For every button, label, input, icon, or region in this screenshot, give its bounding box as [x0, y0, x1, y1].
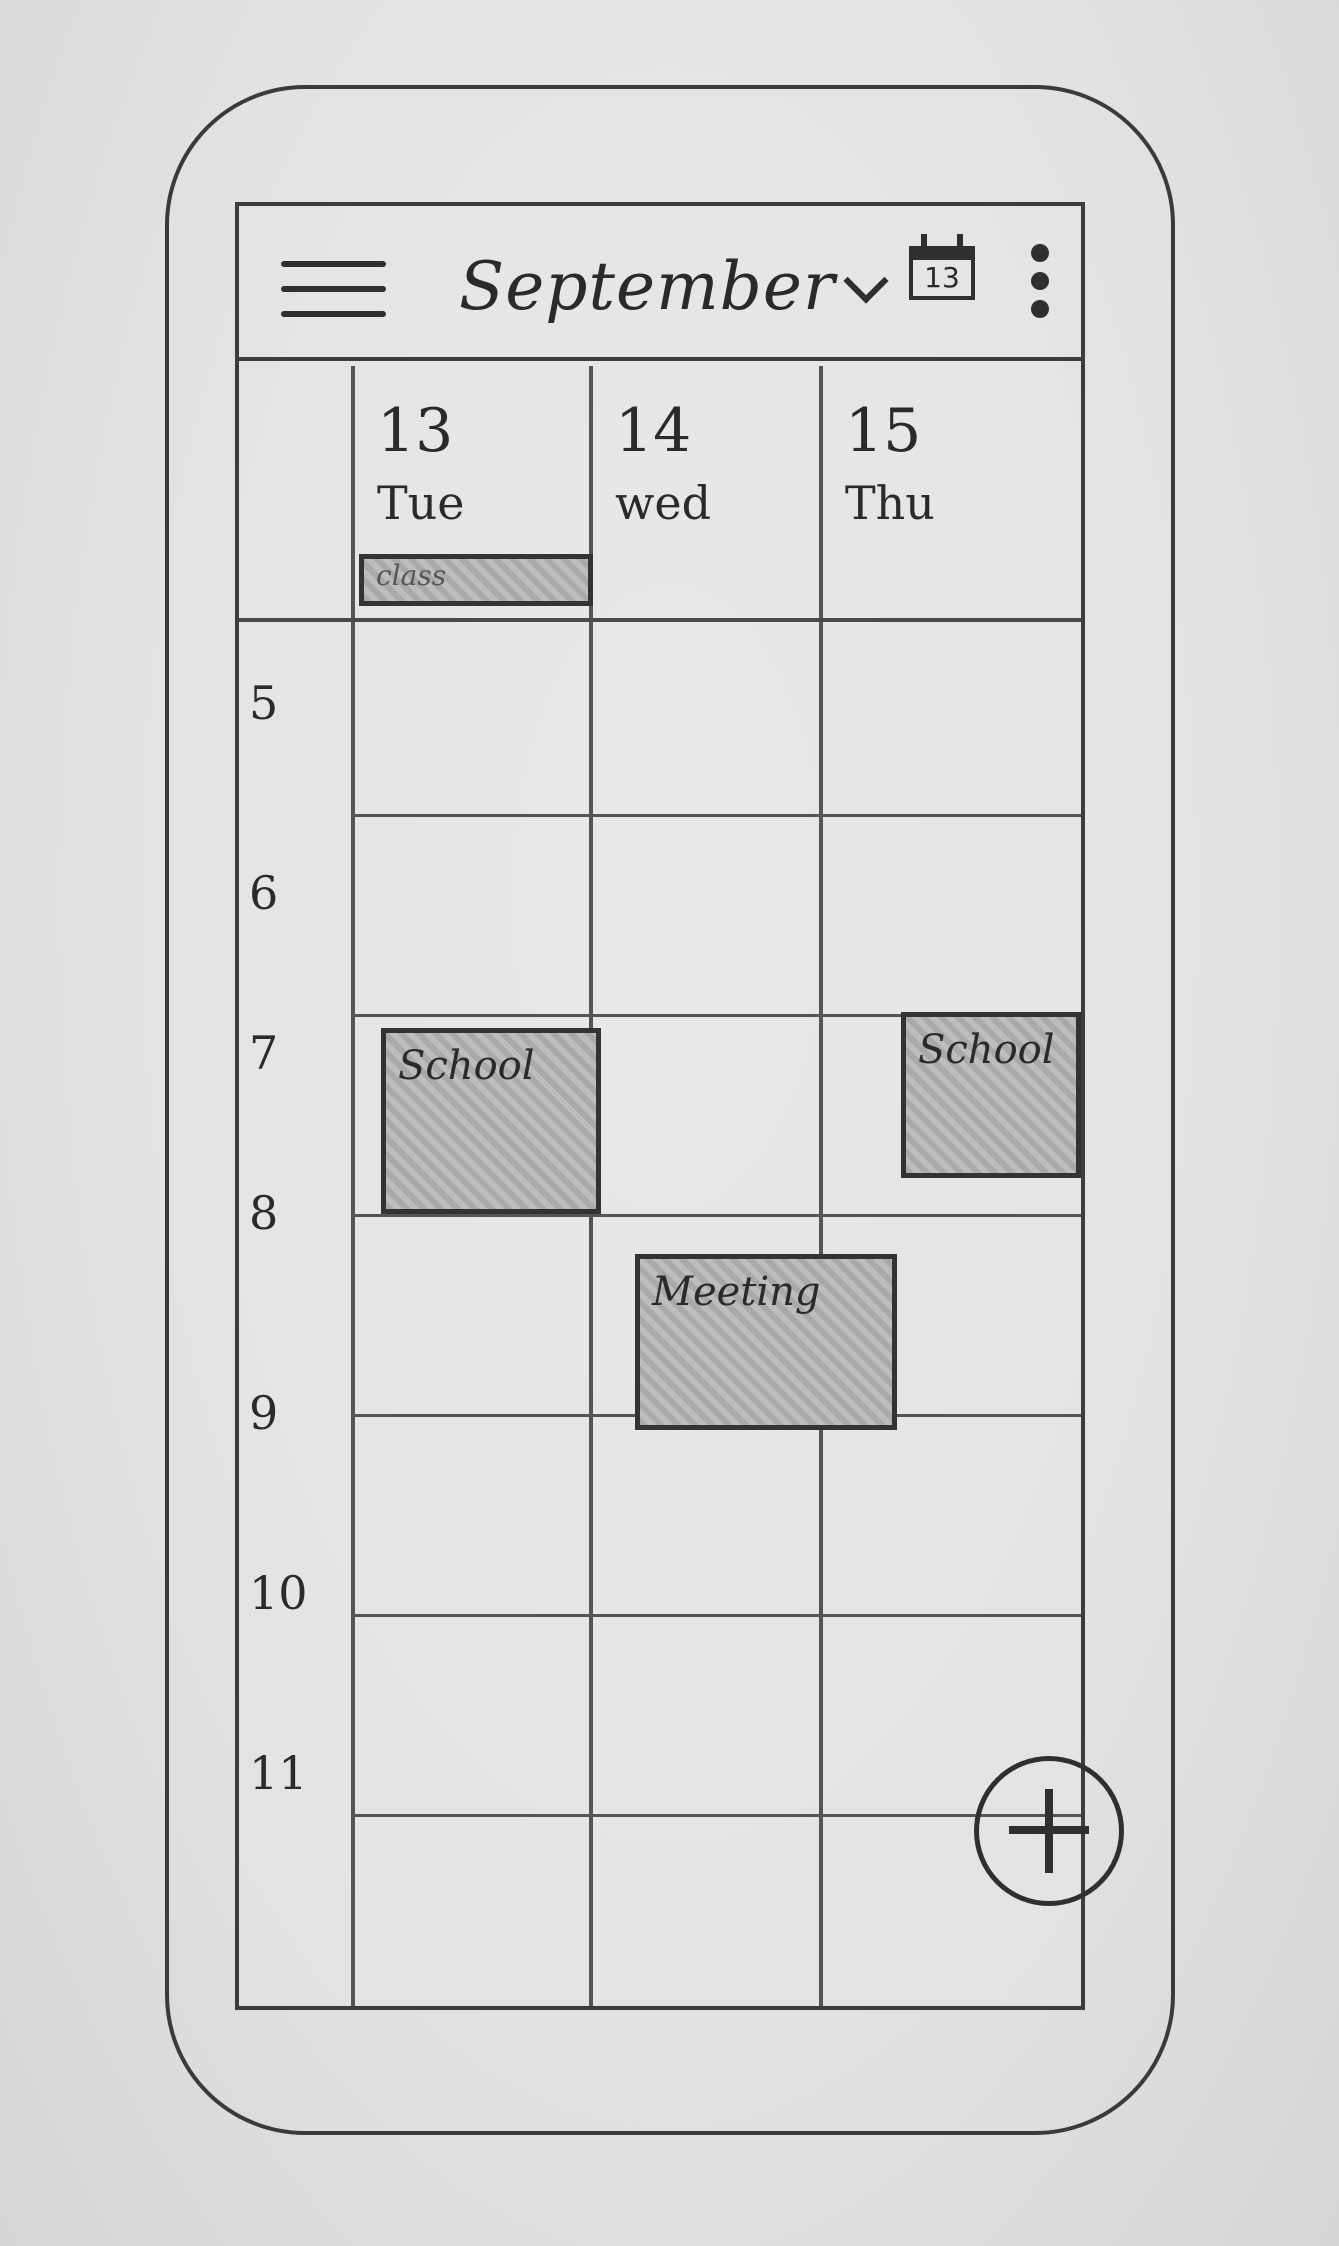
add-event-button[interactable]	[974, 1756, 1124, 1906]
event-school-thu[interactable]: School	[901, 1012, 1081, 1178]
day-name: Thu	[845, 476, 935, 530]
day-number: 15	[845, 396, 922, 466]
event-school-tue[interactable]: School	[381, 1028, 601, 1214]
day-name: Tue	[377, 476, 465, 530]
event-class-tue[interactable]: class	[359, 554, 593, 606]
day-header-thu[interactable]: 15 Thu	[823, 366, 1081, 616]
hour-line-11	[355, 1814, 1081, 1817]
day-header-wed[interactable]: 14 wed	[593, 366, 819, 616]
day-number: 14	[615, 396, 692, 466]
event-meeting-wed[interactable]: Meeting	[635, 1254, 897, 1430]
hour-line-8	[355, 1214, 1081, 1217]
calendar-screen: September 13 13 Tue 14 wed 15 Thu class	[235, 202, 1124, 2010]
month-label: September	[459, 247, 836, 325]
hamburger-menu-icon[interactable]	[281, 261, 386, 331]
all-day-divider	[239, 618, 1081, 622]
hour-line-10	[355, 1614, 1081, 1617]
day-name: wed	[615, 476, 712, 530]
today-button[interactable]: 13	[909, 234, 979, 302]
chevron-down-icon	[842, 258, 889, 304]
more-vert-icon[interactable]	[1029, 244, 1051, 324]
hour-label: 9	[249, 1386, 279, 1440]
event-title: class	[376, 559, 447, 592]
hour-label: 8	[249, 1186, 279, 1240]
hour-label: 10	[249, 1566, 308, 1620]
today-date-number: 13	[924, 261, 960, 294]
hour-label: 11	[249, 1746, 308, 1800]
month-selector[interactable]: September	[459, 236, 889, 336]
event-title: Meeting	[652, 1269, 821, 1315]
event-title: School	[398, 1043, 535, 1089]
app-bar: September 13	[239, 206, 1081, 361]
hour-label: 6	[249, 866, 279, 920]
hour-label: 7	[249, 1026, 279, 1080]
hour-line-6	[355, 814, 1081, 817]
day-number: 13	[377, 396, 454, 466]
event-title: School	[918, 1027, 1055, 1073]
hour-label: 5	[249, 676, 279, 730]
